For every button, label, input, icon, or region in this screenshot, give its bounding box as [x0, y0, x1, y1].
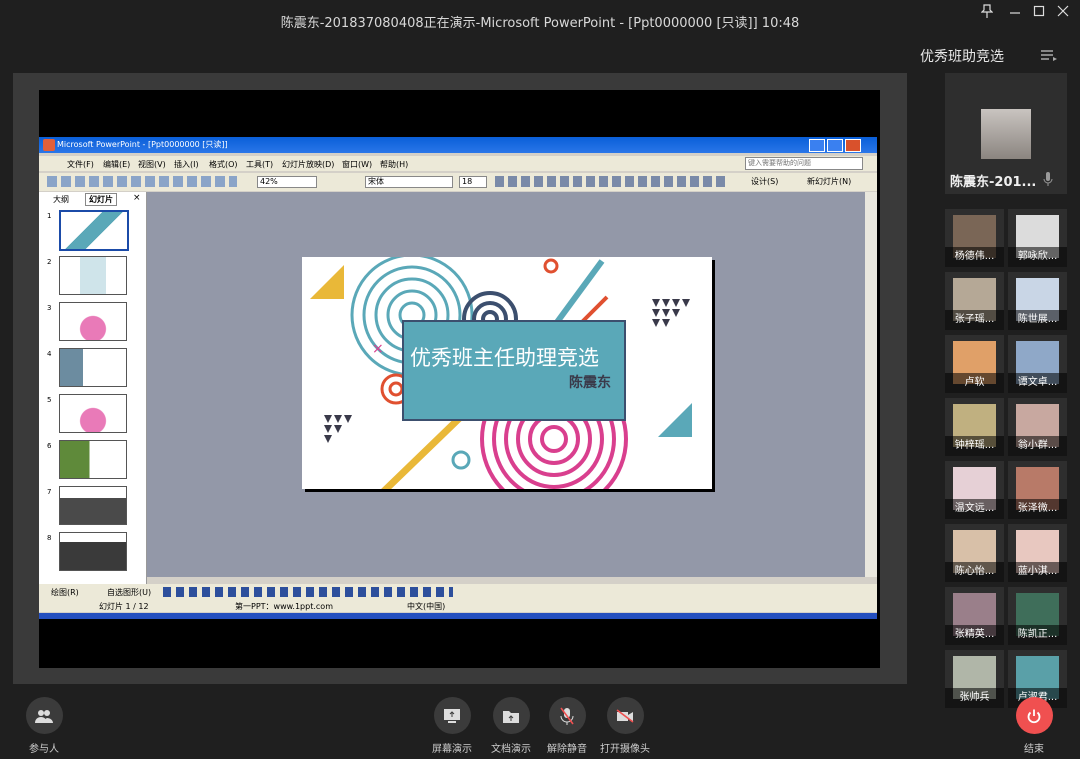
- slide-number: 2: [47, 258, 52, 266]
- playlist-icon[interactable]: [1040, 48, 1058, 67]
- end-meeting-button[interactable]: 结束: [999, 697, 1069, 755]
- participant-tile[interactable]: 陈世展...: [1008, 272, 1067, 330]
- slides-pane: 大纲 幻灯片 × 1 2 3 4 5 6 7 8: [39, 192, 147, 587]
- slide-number: 4: [47, 350, 52, 358]
- close-button[interactable]: [1052, 4, 1074, 24]
- participant-tile[interactable]: 卢软: [945, 335, 1004, 393]
- document-share-icon: [503, 710, 519, 723]
- participant-tile[interactable]: 谭文卓...: [1008, 335, 1067, 393]
- participant-tile[interactable]: 温文远...: [945, 461, 1004, 519]
- ppt-minimize-button[interactable]: [809, 139, 825, 152]
- slide-thumbnail-1[interactable]: [59, 210, 129, 251]
- autoshape-menu[interactable]: 自选图形(U): [107, 587, 151, 598]
- slide-thumbnail-8[interactable]: [59, 532, 127, 571]
- menu-format[interactable]: 格式(O): [209, 159, 238, 170]
- participant-tile[interactable]: 陈凯正...: [1008, 587, 1067, 645]
- slide-number: 1: [47, 212, 52, 220]
- slide-number: 8: [47, 534, 52, 542]
- tab-outline[interactable]: 大纲: [53, 194, 69, 205]
- standard-toolbar-icons[interactable]: [47, 176, 237, 187]
- participant-tile[interactable]: 蓝小淇...: [1008, 524, 1067, 582]
- vertical-scrollbar[interactable]: [865, 192, 877, 577]
- slide-number: 3: [47, 304, 52, 312]
- slide-thumbnail-6[interactable]: [59, 440, 127, 479]
- drawing-tools-icons[interactable]: [163, 587, 453, 597]
- slide-number: 7: [47, 488, 52, 496]
- help-search-input[interactable]: [745, 157, 863, 170]
- participant-tile[interactable]: 张帅兵: [945, 650, 1004, 708]
- svg-text:×: ×: [372, 341, 384, 357]
- slide-number: 6: [47, 442, 52, 450]
- window-title-bar: 陈震东-201837080408正在演示-Microsoft PowerPoin…: [0, 0, 1080, 42]
- windows-taskbar: [39, 613, 877, 619]
- participant-tile[interactable]: 张子瑶...: [945, 272, 1004, 330]
- camera-off-icon: [616, 708, 634, 723]
- slide-thumbnail-5[interactable]: [59, 394, 127, 433]
- participant-tile[interactable]: 杨德伟...: [945, 209, 1004, 267]
- status-language: 中文(中国): [407, 602, 446, 611]
- close-pane-icon[interactable]: ×: [133, 193, 141, 203]
- ppt-toolbar: 42% 宋体 18 设计(S) 新幻灯片(N): [39, 173, 877, 191]
- draw-menu[interactable]: 绘图(R): [51, 587, 79, 598]
- participant-tile[interactable]: 钟梓瑶...: [945, 398, 1004, 456]
- ppt-menu-bar: 文件(F) 编辑(E) 视图(V) 插入(I) 格式(O) 工具(T) 幻灯片放…: [39, 156, 877, 171]
- slide-subtitle: 陈震东: [569, 375, 611, 391]
- tab-slides[interactable]: 幻灯片: [85, 193, 117, 206]
- participant-tile[interactable]: 翁小群...: [1008, 398, 1067, 456]
- window-title: 陈震东-201837080408正在演示-Microsoft PowerPoin…: [280, 16, 800, 31]
- presenter-avatar: [981, 109, 1031, 159]
- ppt-restore-button[interactable]: [827, 139, 843, 152]
- screen-share-icon: [444, 708, 460, 723]
- participant-tile[interactable]: 郭咏欣...: [1008, 209, 1067, 267]
- slide-thumbnail-3[interactable]: [59, 302, 127, 341]
- minimize-button[interactable]: [1004, 4, 1026, 24]
- slide-thumbnail-2[interactable]: [59, 256, 127, 295]
- powerpoint-logo-icon: [43, 139, 55, 151]
- end-label: 结束: [1024, 744, 1044, 755]
- people-icon: [35, 709, 53, 723]
- ppt-title-bar: Microsoft PowerPoint - [Ppt0000000 [只读]]: [39, 137, 877, 153]
- participant-tile[interactable]: 张泽微...: [1008, 461, 1067, 519]
- participant-tile[interactable]: 陈心怡...: [945, 524, 1004, 582]
- status-bar: 幻灯片 1 / 12 第一PPT：www.1ppt.com 中文(中国): [39, 600, 877, 612]
- new-slide-button[interactable]: 新幻灯片(N): [807, 176, 851, 187]
- formatting-toolbar-icons[interactable]: [495, 176, 725, 187]
- zoom-select[interactable]: 42%: [257, 176, 317, 188]
- ppt-close-button[interactable]: [845, 139, 861, 152]
- pin-icon[interactable]: [976, 4, 998, 24]
- presenter-name: 陈震东-201...: [950, 175, 1037, 190]
- slide-title: 优秀班主任助理竞选: [410, 346, 599, 370]
- status-template: 第一PPT：www.1ppt.com: [235, 602, 333, 611]
- menu-slideshow[interactable]: 幻灯片放映(D): [282, 159, 334, 170]
- participant-tile[interactable]: 张精英...: [945, 587, 1004, 645]
- menu-view[interactable]: 视图(V): [138, 159, 166, 170]
- camera-button[interactable]: 打开摄像头: [590, 697, 660, 755]
- font-size-select[interactable]: 18: [459, 176, 487, 188]
- menu-help[interactable]: 帮助(H): [380, 159, 408, 170]
- slide-thumbnail-4[interactable]: [59, 348, 127, 387]
- microphone-icon: [1043, 171, 1053, 191]
- drawing-toolbar: 绘图(R) 自选图形(U): [39, 584, 877, 600]
- participants-button[interactable]: 参与人: [9, 697, 79, 755]
- menu-window[interactable]: 窗口(W): [342, 159, 372, 170]
- menu-tools[interactable]: 工具(T): [246, 159, 273, 170]
- slide-thumbnail-7[interactable]: [59, 486, 127, 525]
- status-slide-count: 幻灯片 1 / 12: [99, 602, 149, 611]
- camera-label: 打开摄像头: [600, 744, 650, 755]
- microphone-muted-icon: [560, 707, 574, 725]
- font-name-select[interactable]: 宋体: [365, 176, 453, 188]
- meeting-title: 优秀班助竞选: [920, 49, 1004, 65]
- power-icon: [1027, 709, 1041, 723]
- menu-insert[interactable]: 插入(I): [174, 159, 199, 170]
- ppt-title-text: Microsoft PowerPoint - [Ppt0000000 [只读]]: [57, 140, 228, 149]
- maximize-button[interactable]: [1028, 4, 1050, 24]
- menu-file[interactable]: 文件(F): [67, 159, 94, 170]
- slide-number: 5: [47, 396, 52, 404]
- menu-edit[interactable]: 编辑(E): [103, 159, 130, 170]
- participants-label: 参与人: [29, 744, 59, 755]
- design-button[interactable]: 设计(S): [751, 176, 778, 187]
